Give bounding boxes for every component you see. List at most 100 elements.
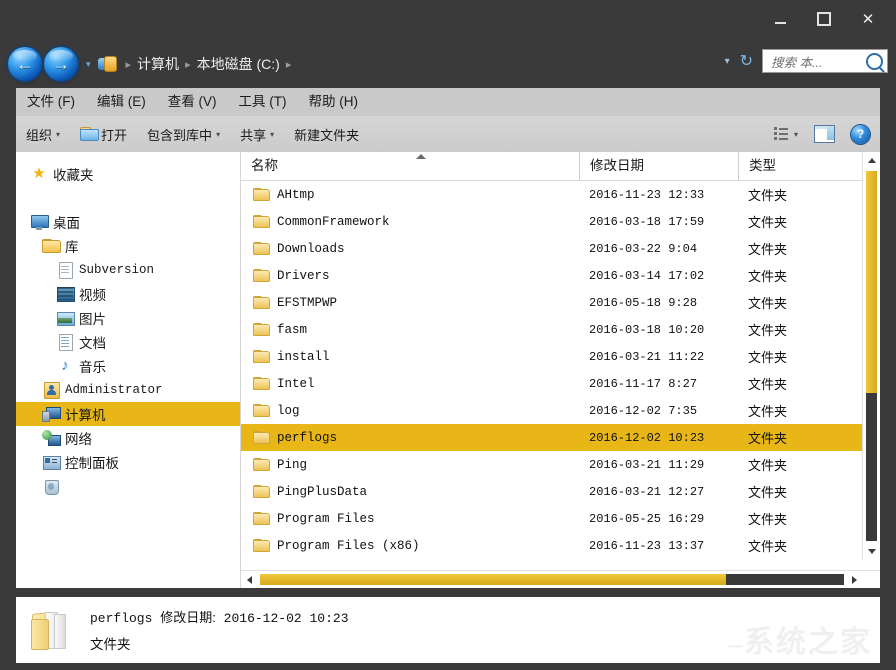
close-button[interactable]: ✕ xyxy=(846,6,890,32)
file-date-cell: 2016-11-23 13:37 xyxy=(579,539,738,553)
navigation-buttons: ← → ▾ xyxy=(8,47,91,81)
open-folder-icon xyxy=(80,127,97,141)
file-type-cell: 文件夹 xyxy=(738,347,858,366)
explorer-window: ✕ ← → ▾ ▸ 计算机 ▸ 本地磁盘 (C:) ▸ ▾ ↻ xyxy=(0,0,896,670)
vertical-scroll-thumb[interactable] xyxy=(866,171,877,393)
column-header-type[interactable]: 类型 xyxy=(738,152,858,180)
column-header-date-label: 修改日期 xyxy=(590,158,644,173)
menu-item-file[interactable]: 文件 (F) xyxy=(16,88,86,116)
chevron-down-icon[interactable]: ▾ xyxy=(725,56,730,67)
scroll-down-button[interactable] xyxy=(863,543,880,560)
horizontal-scrollbar[interactable] xyxy=(241,570,880,588)
table-row[interactable]: Ping2016-03-21 11:29文件夹 xyxy=(241,451,880,478)
sidebar-item-libraries[interactable]: 库 xyxy=(16,234,240,258)
horizontal-scroll-thumb[interactable] xyxy=(260,574,726,585)
preview-pane-toggle-icon[interactable] xyxy=(814,125,835,143)
organize-button[interactable]: 组织 ▾ xyxy=(16,121,70,147)
breadcrumb-separator-2[interactable]: ▸ xyxy=(282,58,296,71)
file-name-cell: Ping xyxy=(241,458,579,472)
column-header-name[interactable]: 名称 xyxy=(241,152,579,180)
folder-icon xyxy=(253,188,268,201)
table-row[interactable]: Program Files2016-05-25 16:29文件夹 xyxy=(241,505,880,532)
maximize-button[interactable] xyxy=(802,6,846,32)
sidebar-item-music[interactable]: ♪ 音乐 xyxy=(16,354,240,378)
table-row[interactable]: log2016-12-02 7:35文件夹 xyxy=(241,397,880,424)
table-row[interactable]: PingPlusData2016-03-21 12:27文件夹 xyxy=(241,478,880,505)
sidebar-item-documents[interactable]: 文档 xyxy=(16,330,240,354)
menu-item-help[interactable]: 帮助 (H) xyxy=(298,88,370,116)
include-in-library-button[interactable]: 包含到库中 ▾ xyxy=(137,121,230,147)
sidebar-item-label: 网络 xyxy=(65,428,92,448)
chevron-down-icon[interactable]: ▾ xyxy=(794,130,798,139)
vertical-scrollbar[interactable] xyxy=(862,152,880,560)
search-placeholder: 搜索 本... xyxy=(771,52,866,71)
file-name-label: Downloads xyxy=(277,242,345,256)
table-row[interactable]: Program Files (x86)2016-11-23 13:37文件夹 xyxy=(241,532,880,559)
file-name-cell: install xyxy=(241,350,579,364)
command-toolbar: 组织 ▾ 打开 包含到库中 ▾ 共享 ▾ 新建文件夹 ▾ xyxy=(16,116,880,153)
folder-icon xyxy=(42,238,60,254)
sidebar-item-computer[interactable]: 计算机 xyxy=(16,402,240,426)
sidebar-item-label: 桌面 xyxy=(53,212,80,232)
sidebar-item-recycle-bin[interactable] xyxy=(16,474,240,498)
file-name-cell: PingPlusData xyxy=(241,485,579,499)
table-row[interactable]: Intel2016-11-17 8:27文件夹 xyxy=(241,370,880,397)
table-row[interactable]: AHtmp 2016-11-23 12:33文件夹 xyxy=(241,181,880,208)
table-row[interactable]: Downloads2016-03-22 9:04文件夹 xyxy=(241,235,880,262)
sidebar-item-desktop[interactable]: 桌面 xyxy=(16,210,240,234)
sidebar-item-favorites[interactable]: ★ 收藏夹 xyxy=(16,162,240,186)
breadcrumb-item-computer[interactable]: 计算机 xyxy=(137,54,179,74)
sidebar-item-label: 控制面板 xyxy=(65,452,119,472)
scroll-left-button[interactable] xyxy=(241,571,258,588)
file-type-cell: 文件夹 xyxy=(738,185,858,204)
view-options-icon[interactable] xyxy=(774,127,790,141)
sort-ascending-icon xyxy=(416,154,426,159)
file-date-cell: 2016-05-25 16:29 xyxy=(579,512,738,526)
file-name-label: Program Files xyxy=(277,512,375,526)
sidebar-item-label: 库 xyxy=(65,236,79,256)
file-type-cell: 文件夹 xyxy=(738,239,858,258)
navigation-pane[interactable]: ★ 收藏夹 桌面 库 Subversion 视频 xyxy=(16,152,241,588)
sidebar-item-videos[interactable]: 视频 xyxy=(16,282,240,306)
file-name-cell: CommonFramework xyxy=(241,215,579,229)
file-name-label: AHtmp xyxy=(277,188,315,202)
folder-icon xyxy=(253,323,268,336)
folder-icon xyxy=(253,269,268,282)
scroll-up-button[interactable] xyxy=(863,152,880,169)
menu-item-view[interactable]: 查看 (V) xyxy=(157,88,228,116)
breadcrumb-item-local-disk[interactable]: 本地磁盘 (C:) xyxy=(197,54,280,74)
sidebar-item-label: Subversion xyxy=(79,263,154,277)
sidebar-item-network[interactable]: 网络 xyxy=(16,426,240,450)
sidebar-item-pictures[interactable]: 图片 xyxy=(16,306,240,330)
share-button[interactable]: 共享 ▾ xyxy=(230,121,284,147)
new-folder-button[interactable]: 新建文件夹 xyxy=(284,121,369,147)
file-date-cell: 2016-03-21 11:22 xyxy=(579,350,738,364)
folder-icon xyxy=(253,350,268,363)
table-row[interactable]: perflogs2016-12-02 10:23文件夹 xyxy=(241,424,880,451)
folder-icon xyxy=(253,377,268,390)
table-row[interactable]: install2016-03-21 11:22文件夹 xyxy=(241,343,880,370)
sidebar-item-subversion[interactable]: Subversion xyxy=(16,258,240,282)
sidebar-item-administrator[interactable]: Administrator xyxy=(16,378,240,402)
menu-item-tools[interactable]: 工具 (T) xyxy=(228,88,298,116)
sidebar-item-control-panel[interactable]: 控制面板 xyxy=(16,450,240,474)
history-dropdown-icon[interactable]: ▾ xyxy=(86,59,91,70)
scroll-right-button[interactable] xyxy=(846,571,863,588)
forward-button[interactable]: → xyxy=(44,47,78,81)
search-input[interactable]: 搜索 本... xyxy=(762,49,888,73)
refresh-icon[interactable]: ↻ xyxy=(740,51,753,71)
file-date-cell: 2016-11-23 12:33 xyxy=(579,188,738,202)
table-row[interactable]: CommonFramework2016-03-18 17:59文件夹 xyxy=(241,208,880,235)
column-header-date[interactable]: 修改日期 xyxy=(579,152,738,180)
menu-item-edit[interactable]: 编辑 (E) xyxy=(86,88,157,116)
table-row[interactable]: Drivers2016-03-14 17:02文件夹 xyxy=(241,262,880,289)
open-button[interactable]: 打开 xyxy=(70,121,137,147)
recycle-bin-icon xyxy=(42,478,60,494)
table-row[interactable]: fasm2016-03-18 10:20文件夹 xyxy=(241,316,880,343)
help-icon[interactable]: ? xyxy=(851,125,870,144)
back-button[interactable]: ← xyxy=(8,47,42,81)
computer-breadcrumb-icon xyxy=(97,55,117,73)
minimize-button[interactable] xyxy=(758,6,802,32)
table-row[interactable]: EFSTMPWP2016-05-18 9:28文件夹 xyxy=(241,289,880,316)
address-right-group: ▾ ↻ 搜索 本... xyxy=(725,49,888,73)
